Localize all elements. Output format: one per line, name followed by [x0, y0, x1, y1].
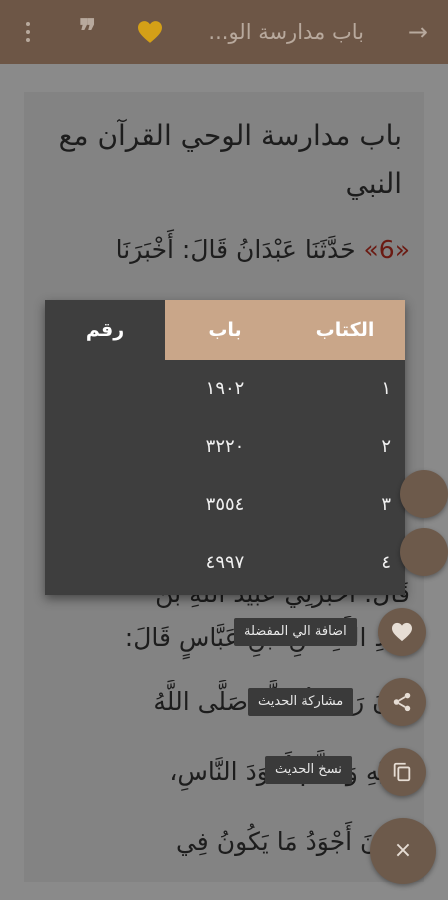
heart-icon[interactable]: [136, 20, 164, 44]
hadith-text-line: وَكَانَ أَجْوَدُ مَا يَكُونُ فِي: [175, 827, 410, 856]
table-row[interactable]: ٢ ٣٢٢٠: [45, 418, 405, 476]
quote-icon[interactable]: ❞: [79, 14, 96, 48]
cell-kitab: ١: [381, 378, 391, 399]
more-vert-icon[interactable]: [24, 22, 32, 44]
back-arrow-icon[interactable]: →: [408, 18, 428, 46]
page-title: باب مدارسة الو...: [208, 20, 364, 44]
cell-bab: ٣٢٢٠: [205, 436, 245, 457]
cell-kitab: ٤: [381, 552, 391, 573]
hadith-number: «6»: [363, 235, 411, 264]
close-fab[interactable]: ×: [370, 818, 436, 884]
share-fab[interactable]: [378, 678, 426, 726]
close-icon: ×: [393, 838, 413, 863]
cell-bab: ٤٩٩٧: [205, 552, 245, 573]
favorite-fab[interactable]: [378, 608, 426, 656]
table-row[interactable]: ٣ ٣٥٥٤: [45, 476, 405, 534]
hadith-text-line: عَلَيْهِ وَسَلَّمَ أَجْوَدَ النَّاسِ،: [169, 757, 410, 786]
edit-fab[interactable]: [400, 528, 448, 576]
share-icon: [393, 692, 411, 712]
column-header-bab: باب: [165, 300, 285, 360]
cell-kitab: ٣: [381, 494, 391, 515]
heart-icon: [392, 622, 412, 642]
cell-bab: ١٩٠٢: [205, 378, 245, 399]
table-header: الكتاب باب رقم: [45, 300, 405, 360]
chapter-title: باب مدارسة الوحي القرآن مع النبي: [58, 119, 402, 200]
column-header-raqm: رقم: [45, 300, 165, 360]
copy-label: نسخ الحديث: [265, 756, 352, 784]
hadith-first-line: «6» حَدَّثَنَا عَبْدَانُ قَالَ: أَخْبَرَ…: [38, 228, 410, 272]
copy-icon: [393, 762, 411, 782]
table-row[interactable]: ٤ ٤٩٩٧: [45, 534, 405, 592]
favorite-label: اضافة الي المفضلة: [234, 618, 357, 646]
table-row[interactable]: ١ ١٩٠٢: [45, 360, 405, 418]
hadith-text-line: حَدَّثَنَا عَبْدَانُ قَالَ: أَخْبَرَنَا: [115, 235, 364, 264]
references-popup: الكتاب باب رقم ١ ١٩٠٢ ٢ ٣٢٢٠ ٣ ٣٥٥٤ ٤ ٤٩…: [45, 300, 405, 595]
hadith-text-line: كَانَ رَسُولُ اللَّهِ صَلَّى اللَّهُ: [153, 687, 410, 716]
cell-kitab: ٢: [381, 436, 391, 457]
copy-fab[interactable]: [378, 748, 426, 796]
cell-bab: ٣٥٥٤: [205, 494, 245, 515]
column-header-kitab: الكتاب: [285, 300, 405, 360]
book-fab[interactable]: [400, 470, 448, 518]
app-bar: → باب مدارسة الو... ❞: [0, 0, 448, 64]
share-label: مشاركة الحديث: [248, 688, 354, 716]
